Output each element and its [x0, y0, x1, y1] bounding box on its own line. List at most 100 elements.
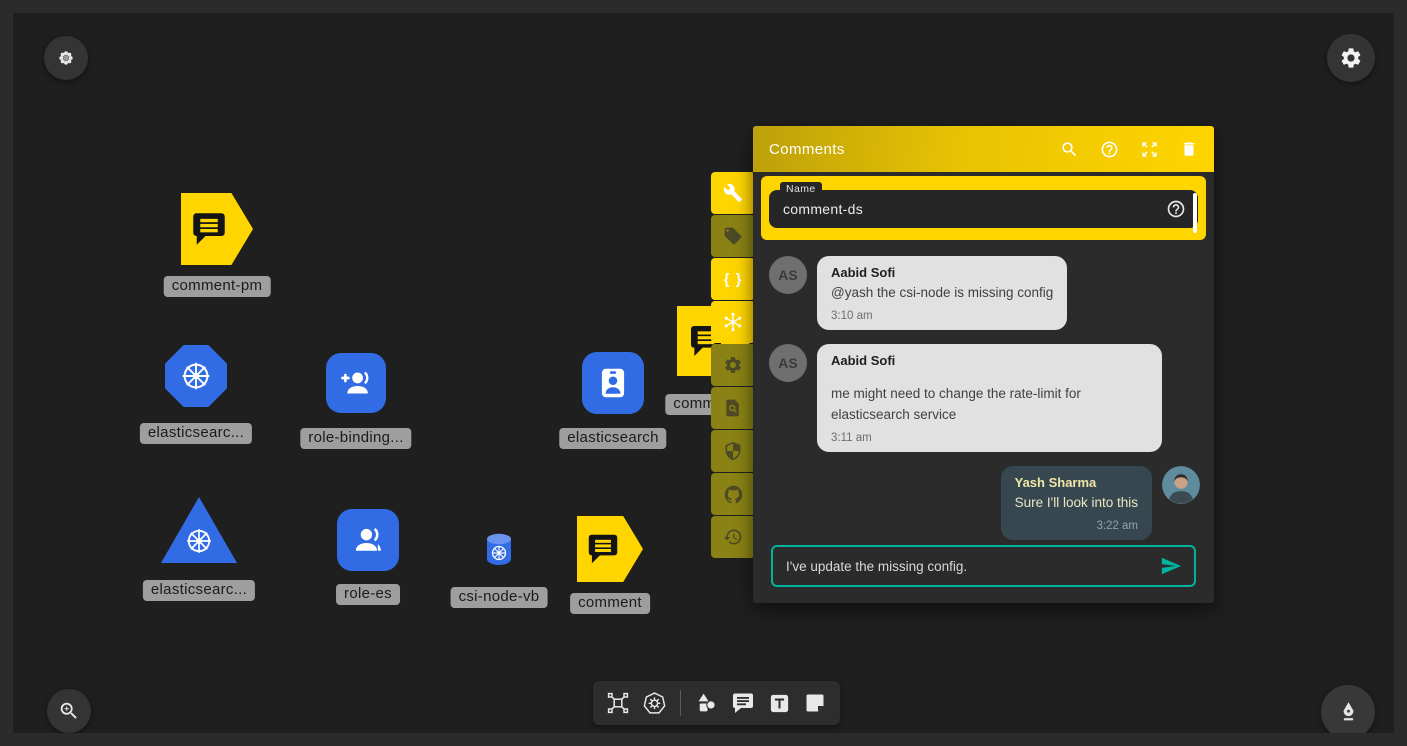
- expand-icon[interactable]: [1140, 140, 1159, 159]
- draw-button[interactable]: [1321, 685, 1375, 733]
- comment-thread[interactable]: AS Aabid Sofi @yash the csi-node is miss…: [753, 246, 1214, 545]
- node-comment-pm[interactable]: [181, 193, 253, 265]
- message-author: Aabid Sofi: [831, 265, 1053, 280]
- braces-icon: { }: [724, 271, 743, 288]
- note-tool-icon: [803, 691, 827, 715]
- node-elasticsearch[interactable]: [582, 352, 644, 414]
- avatar: AS: [769, 256, 807, 294]
- toolbar-github-button[interactable]: [711, 473, 755, 515]
- name-field-label: Name: [780, 182, 822, 197]
- comment-icon: [584, 530, 622, 568]
- toolbar-settings-button[interactable]: [711, 344, 755, 386]
- gear-icon: [723, 355, 743, 375]
- search-icon[interactable]: [1060, 140, 1079, 159]
- tool-shapes[interactable]: [694, 691, 719, 716]
- comment-input-row: I've update the missing config.: [753, 545, 1214, 603]
- name-field-wrapper: Name comment-ds: [761, 176, 1206, 240]
- toolbar-inspect-button[interactable]: [711, 387, 755, 429]
- toolbar-divider: [680, 690, 681, 716]
- panel-scrollbar[interactable]: [1193, 193, 1197, 233]
- node-elasticsearch-triangle[interactable]: [161, 497, 237, 563]
- node-elasticsearch-octagon[interactable]: [165, 345, 227, 407]
- gear-icon: [1339, 46, 1363, 70]
- help-icon[interactable]: [1166, 199, 1186, 219]
- chat-message: Yash Sharma Sure I'll look into this 3:2…: [769, 466, 1200, 540]
- node-comment[interactable]: [577, 516, 643, 582]
- message-time: 3:11 am: [831, 432, 1148, 444]
- comment-input-value: I've update the missing config.: [786, 559, 1160, 574]
- node-label: elasticsearch: [559, 428, 666, 449]
- shield-icon: [723, 441, 743, 461]
- add-user-icon: [337, 364, 375, 402]
- message-time: 3:10 am: [831, 310, 1053, 322]
- message-text: me might need to change the rate-limit f…: [831, 384, 1148, 425]
- tool-kubernetes[interactable]: [642, 691, 667, 716]
- service-account-badge-icon: [594, 364, 632, 402]
- design-canvas[interactable]: comment-pm elasticsearc... role-binding.…: [13, 13, 1394, 733]
- node-role-binding[interactable]: [326, 353, 386, 413]
- zoom-button[interactable]: [47, 689, 91, 733]
- hub-icon: [722, 311, 744, 333]
- node-csi-node-vb[interactable]: [483, 531, 515, 569]
- message-time: 3:22 am: [1015, 520, 1138, 532]
- comment-input[interactable]: I've update the missing config.: [771, 545, 1196, 587]
- node-label: comment: [570, 593, 650, 614]
- pen-nib-icon: [1335, 699, 1362, 726]
- panel-title: Comments: [769, 141, 845, 158]
- message-text: Sure I'll look into this: [1015, 493, 1138, 513]
- node-label: comment-pm: [164, 276, 271, 297]
- message-bubble: Aabid Sofi me might need to change the r…: [817, 344, 1162, 452]
- tool-note[interactable]: [803, 691, 827, 715]
- help-icon[interactable]: [1100, 140, 1119, 159]
- chat-message: AS Aabid Sofi me might need to change th…: [769, 344, 1200, 452]
- toolbar-labels-button[interactable]: [711, 215, 755, 257]
- tool-comment[interactable]: [731, 691, 755, 715]
- message-author: Aabid Sofi: [831, 353, 1148, 368]
- kubernetes-icon: [642, 691, 667, 716]
- comments-panel-header[interactable]: Comments: [753, 126, 1214, 172]
- storage-cylinder-icon: [483, 531, 515, 569]
- kubernetes-icon: [177, 357, 215, 395]
- trash-icon[interactable]: [1180, 140, 1198, 158]
- toolbar-relationships-button[interactable]: [711, 301, 755, 343]
- panel-actions: [1060, 140, 1198, 159]
- message-bubble: Aabid Sofi @yash the csi-node is missing…: [817, 256, 1067, 330]
- comment-icon: [188, 208, 230, 250]
- shapes-icon: [694, 691, 719, 716]
- node-graph-icon: [606, 691, 630, 715]
- message-bubble: Yash Sharma Sure I'll look into this 3:2…: [1001, 466, 1152, 540]
- app-menu-button[interactable]: [44, 36, 88, 80]
- canvas-tools-toolbar: [593, 681, 840, 725]
- node-label: elasticsearc...: [140, 423, 252, 444]
- toolbar-policy-button[interactable]: [711, 430, 755, 472]
- node-action-toolbar: { }: [711, 172, 755, 559]
- zoom-in-icon: [58, 700, 80, 722]
- text-tool-icon: [768, 692, 791, 715]
- toolbar-configure-button[interactable]: [711, 172, 755, 214]
- name-input[interactable]: Name comment-ds: [769, 190, 1198, 228]
- users-icon: [349, 521, 387, 559]
- node-label: role-binding...: [300, 428, 411, 449]
- doc-search-icon: [723, 398, 743, 418]
- avatar: AS: [769, 344, 807, 382]
- message-author: Yash Sharma: [1015, 475, 1138, 490]
- tool-text[interactable]: [768, 692, 791, 715]
- node-label: role-es: [336, 584, 400, 605]
- wrench-icon: [723, 183, 743, 203]
- tool-node-graph[interactable]: [606, 691, 630, 715]
- toolbar-json-button[interactable]: { }: [711, 258, 755, 300]
- node-role-es[interactable]: [337, 509, 399, 571]
- history-icon: [723, 527, 743, 547]
- send-icon[interactable]: [1160, 555, 1182, 577]
- kubernetes-icon: [182, 524, 216, 558]
- user-photo-icon: [1162, 466, 1200, 504]
- flower-gear-icon: [55, 47, 77, 69]
- comments-panel: Comments Name comment-ds: [753, 126, 1214, 603]
- comment-tool-icon: [731, 691, 755, 715]
- name-field-value: comment-ds: [783, 201, 863, 217]
- settings-button[interactable]: [1327, 34, 1375, 82]
- avatar-photo: [1162, 466, 1200, 504]
- chat-message: AS Aabid Sofi @yash the csi-node is miss…: [769, 256, 1200, 330]
- message-text: @yash the csi-node is missing config: [831, 283, 1053, 303]
- toolbar-history-button[interactable]: [711, 516, 755, 558]
